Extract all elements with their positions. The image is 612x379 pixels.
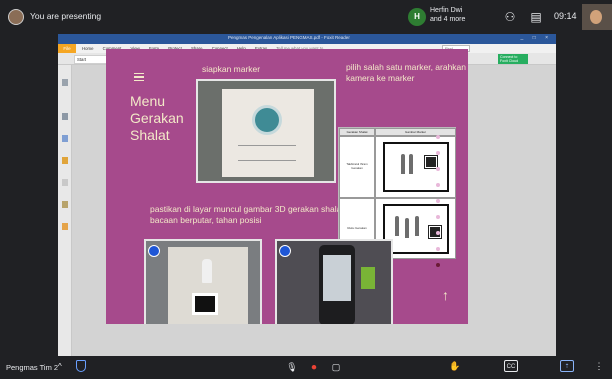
- camera-icon[interactable]: ▢: [328, 359, 344, 375]
- participants-line2: and 4 more: [430, 16, 466, 23]
- clock: 09:14: [554, 11, 577, 21]
- arrow-up-icon: ↑: [442, 287, 449, 303]
- mic-icon[interactable]: 🎙: [284, 359, 300, 375]
- table-header-marker: Gambar Marker: [375, 128, 456, 136]
- comment-icon[interactable]: [62, 157, 68, 164]
- menu-icon: [134, 73, 144, 81]
- hangup-icon[interactable]: ⏺: [306, 359, 322, 375]
- attachment-icon[interactable]: [62, 179, 68, 186]
- self-video-tile: [582, 4, 612, 30]
- ar-result-photo-1: [144, 239, 262, 324]
- raise-hand-icon[interactable]: ✋: [448, 360, 462, 372]
- chat-icon[interactable]: ▤: [528, 9, 544, 25]
- slide-dot[interactable]: [436, 231, 440, 235]
- participants-label[interactable]: Herfin Dwi and 4 more: [430, 6, 480, 24]
- slide-dot[interactable]: [436, 151, 440, 155]
- present-icon[interactable]: ⇡: [560, 360, 574, 372]
- chevron-up-icon[interactable]: ^: [58, 362, 62, 371]
- quick-access-toolbar[interactable]: [62, 36, 102, 49]
- meet-bottom-bar: Pengmas Tim 2 ^ 🎙 ⏺ ▢ ✋ CC ⇡ ⋮: [0, 356, 612, 379]
- slide-dot[interactable]: [436, 199, 440, 203]
- table-header-movement: Gerakan Shalat: [339, 128, 375, 136]
- file-menu[interactable]: File: [58, 44, 76, 53]
- pages-icon[interactable]: [62, 113, 68, 120]
- participants-line1: Herfin Dwi: [430, 7, 463, 14]
- row-1-label: Takbiratul Ihram Gerakan: [346, 162, 368, 170]
- pdf-window-title: Pengmas Pengenalan Aplikasi PENGMAS.pdf …: [228, 35, 350, 40]
- captions-icon[interactable]: CC: [504, 360, 518, 372]
- play-icon[interactable]: [148, 245, 160, 257]
- row-2-label: Ruku Gerakan: [347, 226, 367, 230]
- participant-avatar[interactable]: H: [408, 8, 426, 26]
- slide-dot[interactable]: [436, 247, 440, 251]
- slide-dot[interactable]: [436, 167, 440, 171]
- more-vert-icon[interactable]: ⋮: [592, 360, 606, 372]
- presenting-status: You are presenting: [30, 11, 102, 21]
- step-1-text: siapkan marker: [202, 64, 261, 74]
- presenter-avatar: [8, 9, 24, 25]
- slide-page: Menu Gerakan Shalat siapkan marker pilih…: [106, 49, 468, 324]
- step-2-text: pilih salah satu marker, arahkan kamera …: [346, 62, 467, 83]
- slide-dot[interactable]: [436, 263, 440, 267]
- connect-cloud-button[interactable]: Connect to Foxit Cloud: [498, 54, 528, 64]
- ar-result-photo-2: [275, 239, 393, 324]
- slide-dot[interactable]: [436, 135, 440, 139]
- lock-icon[interactable]: [62, 223, 68, 230]
- window-controls[interactable]: _ □ ×: [521, 35, 553, 41]
- slide-dots: [436, 135, 442, 273]
- meeting-name[interactable]: Pengmas Tim 2: [6, 363, 58, 372]
- shield-icon[interactable]: [76, 360, 86, 372]
- play-icon[interactable]: [279, 245, 291, 257]
- slide-title: Menu Gerakan Shalat: [130, 93, 184, 143]
- layers-icon[interactable]: [62, 201, 68, 208]
- slide-dot[interactable]: [436, 183, 440, 187]
- people-icon[interactable]: ⚇: [502, 9, 518, 25]
- slide-dot[interactable]: [436, 215, 440, 219]
- marker-photo: [196, 79, 336, 183]
- bookmark-icon[interactable]: [62, 135, 68, 142]
- pdf-side-panel: [58, 65, 72, 356]
- hand-tool-icon[interactable]: [62, 79, 68, 86]
- pdf-title-bar: Pengmas Pengenalan Aplikasi PENGMAS.pdf …: [58, 34, 556, 49]
- menu-home[interactable]: Home: [82, 46, 93, 51]
- meet-top-bar: You are presenting H Herfin Dwi and 4 mo…: [0, 0, 612, 34]
